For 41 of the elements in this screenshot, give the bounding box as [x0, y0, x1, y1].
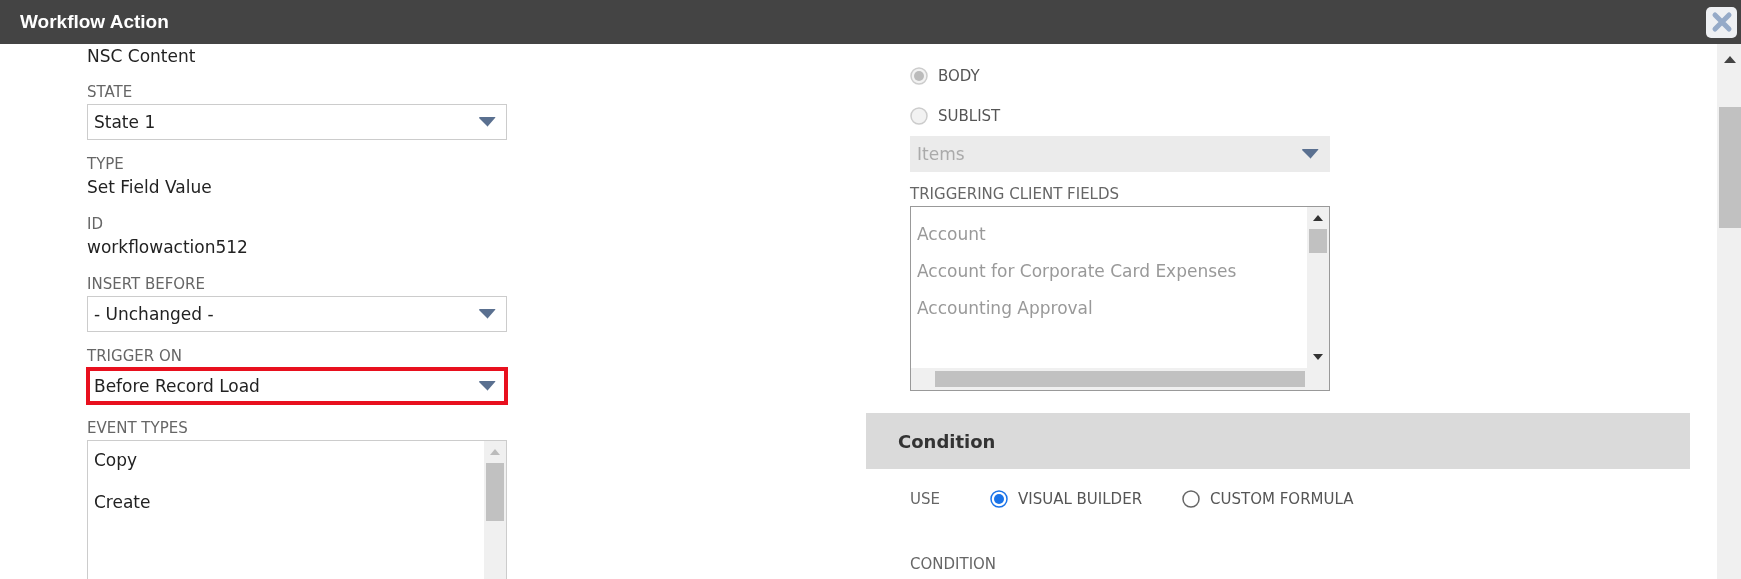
window-title: Workflow Action: [20, 11, 169, 33]
field-value: workflowaction512: [87, 236, 249, 259]
field-label: TRIGGER ON: [87, 346, 183, 366]
radio-label: BODY: [938, 67, 980, 85]
radio-button[interactable]: [990, 490, 1008, 508]
radio-button[interactable]: [1182, 490, 1201, 508]
dropdown-field[interactable]: State 1: [87, 104, 507, 140]
list-box[interactable]: Copy Create: [87, 440, 507, 579]
close-icon: [1710, 11, 1733, 33]
scroll-up-icon[interactable]: [1724, 56, 1736, 63]
field-value: NSC Content: [87, 45, 197, 68]
field-label: ID: [87, 214, 104, 234]
list-item[interactable]: Copy: [94, 447, 478, 473]
field-label: CONDITION: [909, 555, 998, 573]
field-label: USE: [910, 490, 941, 508]
field-label: INSERT BEFORE: [87, 274, 206, 294]
field-label: TRIGGERING CLIENT FIELDS: [910, 184, 1121, 204]
scrollbar[interactable]: [1717, 44, 1741, 579]
field-value: Set Field Value: [87, 176, 213, 199]
dropdown-value: - Unchanged -: [94, 304, 214, 324]
caret-icon: [479, 309, 496, 319]
caret-icon: [479, 381, 496, 391]
section-title: Condition: [898, 430, 996, 452]
scrollbar-thumb[interactable]: [486, 463, 504, 521]
caret-icon: [479, 117, 496, 127]
close-button[interactable]: [1706, 6, 1737, 38]
caret-icon: [1302, 149, 1319, 159]
dropdown-field[interactable]: - Unchanged -: [87, 296, 507, 332]
dropdown-value: Items: [917, 144, 965, 164]
radio-label: VISUAL BUILDER: [1018, 490, 1143, 508]
scrollbar[interactable]: [484, 441, 506, 579]
dropdown-field[interactable]: Before Record Load: [87, 368, 507, 404]
scrollbar-thumb[interactable]: [1719, 107, 1741, 228]
dropdown-value: Before Record Load: [94, 376, 260, 396]
field-label: STATE: [87, 82, 134, 102]
radio-label: CUSTOM FORMULA: [1210, 490, 1354, 508]
field-label: TYPE: [87, 154, 125, 174]
dropdown-value: State 1: [94, 112, 156, 132]
list-item[interactable]: Create: [94, 489, 478, 515]
field-label: EVENT TYPES: [87, 418, 189, 438]
radio-label: SUBLIST: [938, 107, 1001, 125]
